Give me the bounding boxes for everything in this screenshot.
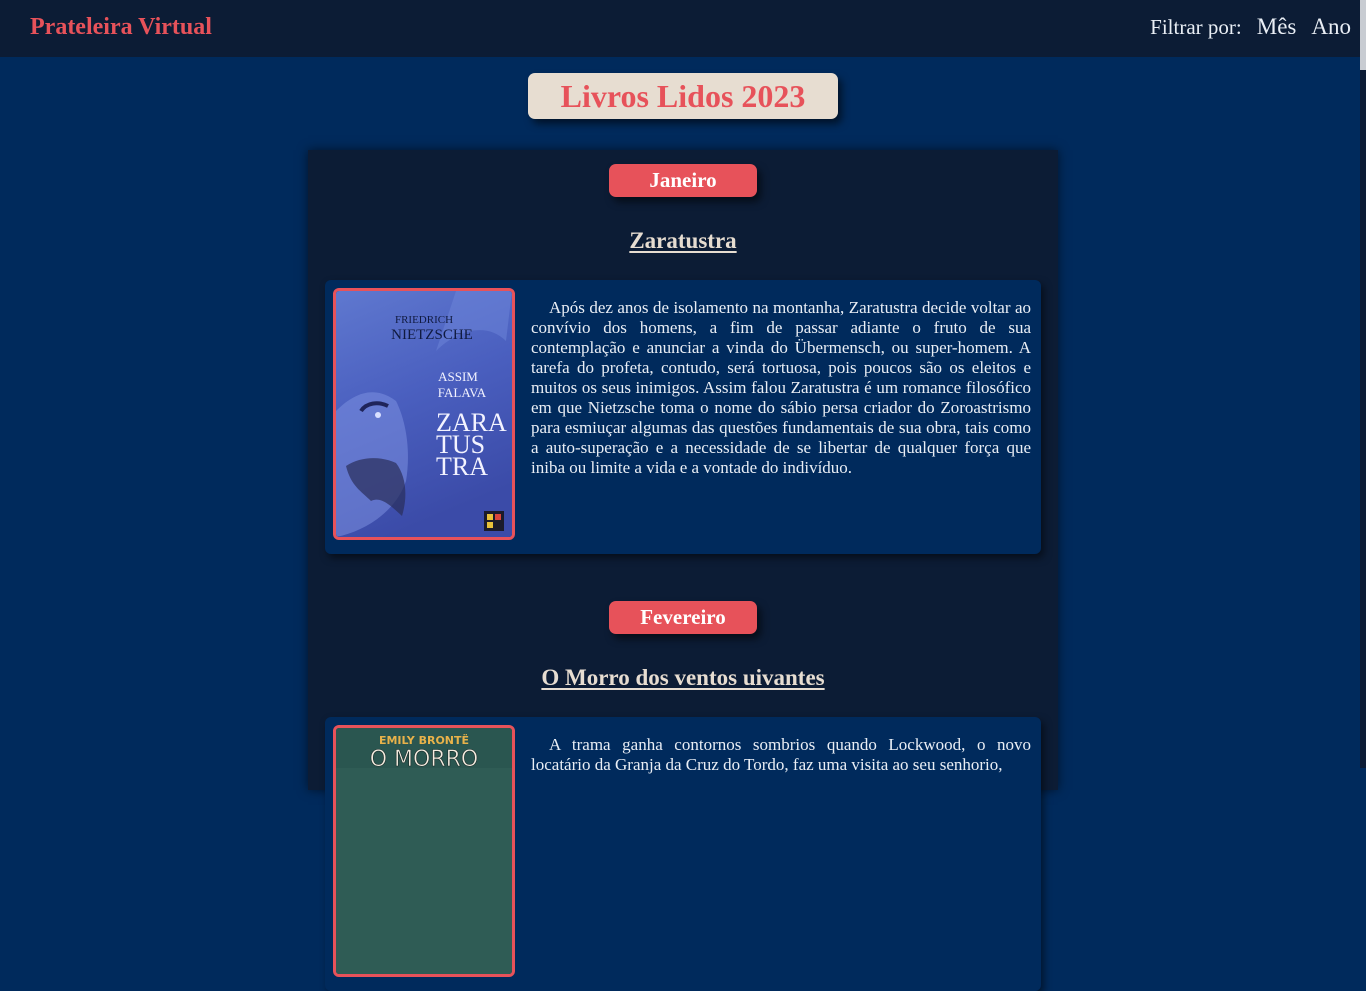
book-description: Após dez anos de isolamento na montanha,… <box>531 298 1031 477</box>
page-title: Livros Lidos 2023 <box>528 73 838 119</box>
filter-year-link[interactable]: Ano <box>1311 14 1351 40</box>
morro-cover-art: EMILY BRONTË O MORRO <box>336 728 512 974</box>
book-title-link[interactable]: O Morro dos ventos uivantes <box>308 665 1058 691</box>
filter-bar: Filtrar por: Mês Ano <box>1150 14 1351 40</box>
brand-title[interactable]: Prateleira Virtual <box>30 14 212 41</box>
cover-author: EMILY BRONTË <box>379 733 469 747</box>
filter-label: Filtrar por: <box>1150 15 1242 39</box>
book-cover-image: FRIEDRICH NIETZSCHE ASSIM FALAVA ZARA TU… <box>333 288 515 540</box>
scrollbar-thumb[interactable] <box>1360 0 1366 70</box>
book-title-link[interactable]: Zaratustra <box>308 228 1058 254</box>
cover-author-line1: FRIEDRICH <box>395 314 453 326</box>
filter-month-link[interactable]: Mês <box>1257 14 1297 40</box>
books-panel: Janeiro Zaratustra FRIEDRICH NIETZSCHE A… <box>308 150 1058 991</box>
book-cover-image: EMILY BRONTË O MORRO <box>333 725 515 977</box>
book-card: FRIEDRICH NIETZSCHE ASSIM FALAVA ZARA TU… <box>325 280 1041 554</box>
month-label-fevereiro: Fevereiro <box>609 601 757 634</box>
cover-subtitle-2: FALAVA <box>438 385 487 400</box>
page-scrollbar[interactable] <box>1360 0 1366 768</box>
cover-title-3: TRA <box>436 452 488 481</box>
zaratustra-cover-art: FRIEDRICH NIETZSCHE ASSIM FALAVA ZARA TU… <box>336 291 512 537</box>
cover-subtitle-1: ASSIM <box>438 369 478 384</box>
navbar: Prateleira Virtual Filtrar por: Mês Ano <box>0 0 1366 57</box>
book-card: EMILY BRONTË O MORRO A trama ganha conto… <box>325 717 1041 991</box>
cover-author-line2: NIETZSCHE <box>391 327 473 343</box>
cover-title-top: O MORRO <box>370 747 479 772</box>
month-label-janeiro: Janeiro <box>609 164 757 197</box>
book-description: A trama ganha contornos sombrios quando … <box>531 735 1031 774</box>
